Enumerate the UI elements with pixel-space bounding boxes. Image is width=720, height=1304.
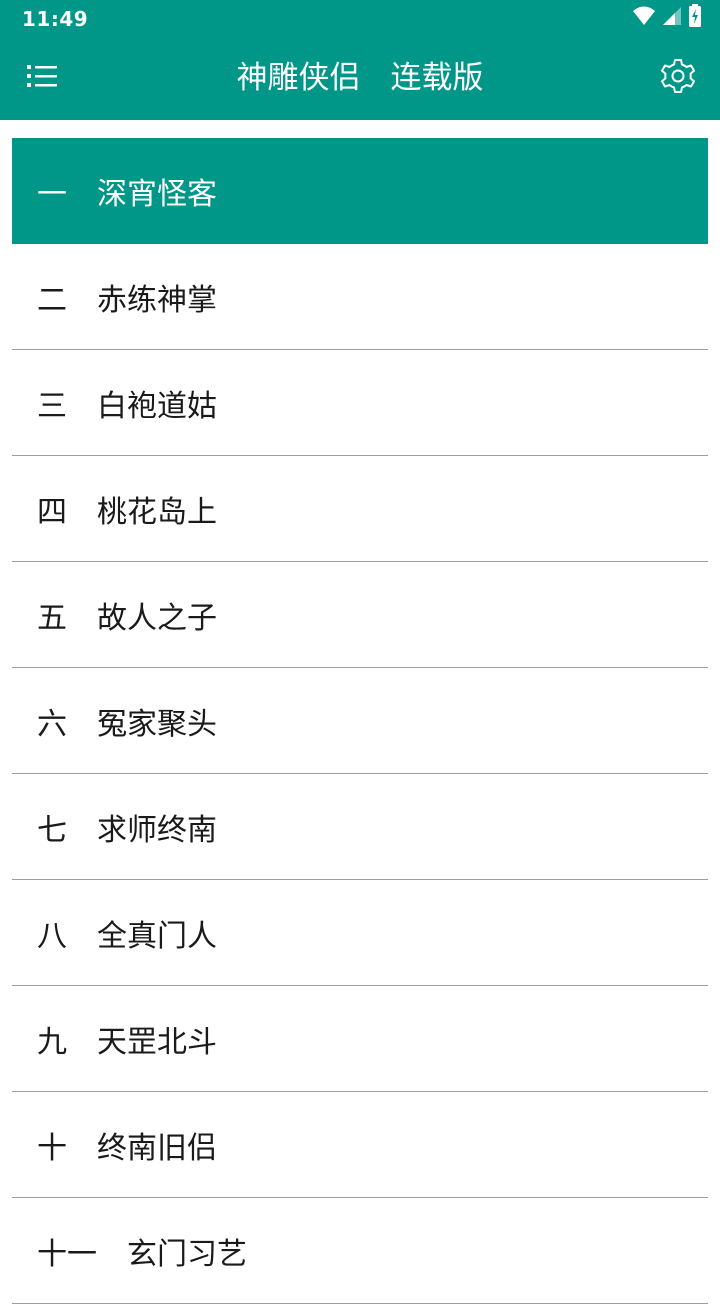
chapter-number: 十一 [37, 1236, 97, 1272]
system-icons [632, 4, 702, 32]
chapter-title: 玄门习艺 [127, 1236, 247, 1272]
chapter-item[interactable]: 十一 玄门习艺 [12, 1198, 708, 1304]
chapter-title: 故人之子 [97, 600, 217, 636]
chapter-title: 求师终南 [97, 812, 217, 848]
chapter-title: 深宵怪客 [97, 176, 217, 212]
book-edition: 连载版 [390, 60, 484, 96]
chapter-number: 六 [37, 706, 67, 742]
status-bar: 11:49 [0, 0, 720, 36]
chapter-item[interactable]: 三白袍道姑 [12, 350, 708, 456]
chapter-number: 九 [37, 1024, 67, 1060]
chapter-title: 冤家聚头 [97, 706, 217, 742]
page-title: 神雕侠侣 连载版 [0, 56, 720, 100]
gear-icon [660, 58, 696, 98]
chapter-item[interactable]: 十终南旧侣 [12, 1092, 708, 1198]
app-bar: 神雕侠侣 连载版 [0, 36, 720, 120]
chapter-item[interactable]: 六冤家聚头 [12, 668, 708, 774]
book-title: 神雕侠侣 [236, 60, 361, 96]
chapter-number: 七 [37, 812, 67, 848]
chapter-title: 全真门人 [97, 918, 217, 954]
status-time: 11:49 [22, 7, 89, 31]
chapter-title: 终南旧侣 [97, 1130, 217, 1166]
chapter-item[interactable]: 一深宵怪客 [12, 138, 708, 244]
chapter-number: 五 [37, 600, 67, 636]
chapter-item[interactable]: 二赤练神掌 [12, 244, 708, 350]
chapter-number: 八 [37, 918, 67, 954]
settings-button[interactable] [658, 58, 698, 98]
chapter-title: 桃花岛上 [97, 494, 217, 530]
signal-icon [662, 6, 682, 30]
wifi-icon [632, 5, 656, 31]
chapter-number: 十 [37, 1130, 67, 1166]
chapter-item[interactable]: 七求师终南 [12, 774, 708, 880]
chapter-number: 四 [37, 494, 67, 530]
chapter-item[interactable]: 九天罡北斗 [12, 986, 708, 1092]
chapter-list: 一深宵怪客二赤练神掌三白袍道姑四桃花岛上五故人之子六冤家聚头七求师终南八全真门人… [12, 138, 708, 1304]
chapter-item[interactable]: 八全真门人 [12, 880, 708, 986]
chapter-title: 白袍道姑 [97, 388, 217, 424]
chapter-number: 二 [37, 282, 67, 318]
battery-charging-icon [688, 4, 702, 32]
chapter-number: 三 [37, 388, 67, 424]
chapter-title: 赤练神掌 [97, 282, 217, 318]
chapter-title: 天罡北斗 [97, 1024, 217, 1060]
chapter-item[interactable]: 四桃花岛上 [12, 456, 708, 562]
chapter-number: 一 [37, 176, 67, 212]
chapter-item[interactable]: 五故人之子 [12, 562, 708, 668]
